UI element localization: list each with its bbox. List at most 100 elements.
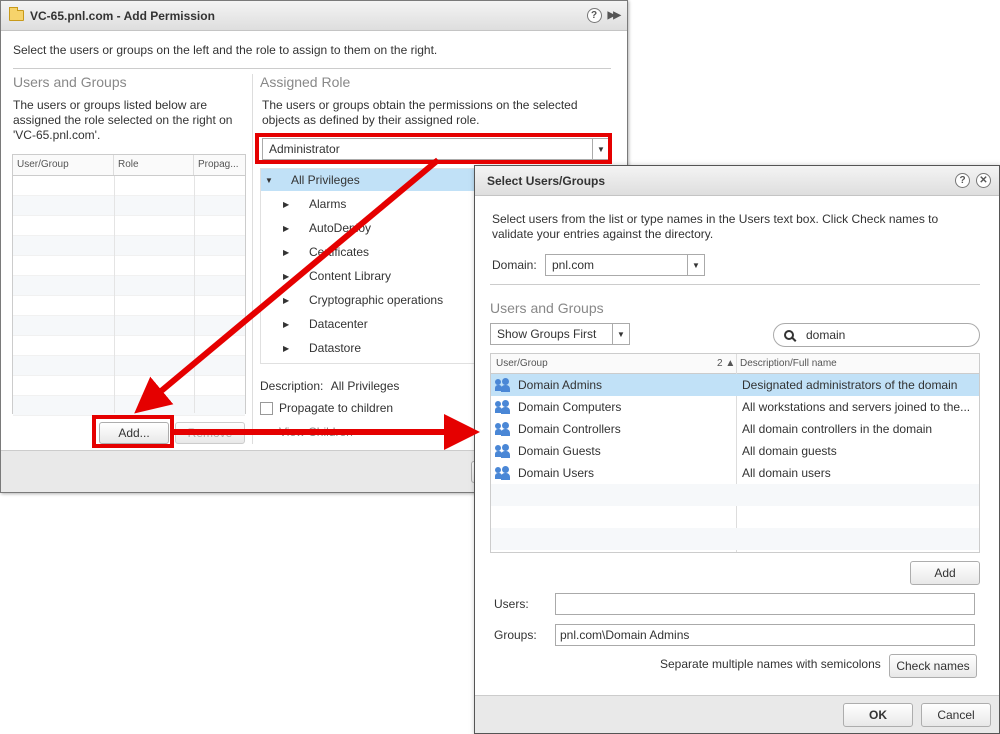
caret-right-icon[interactable]: ▶ [283, 200, 295, 209]
grid-header: User/Group 2 ▲ Description/Full name [491, 354, 979, 374]
caret-right-icon[interactable]: ▶ [283, 248, 295, 257]
users-groups-grid[interactable]: User/Group 2 ▲ Description/Full name Dom… [490, 353, 980, 553]
domain-select[interactable]: pnl.com ▼ [545, 254, 705, 276]
tree-label: Certificates [309, 245, 370, 259]
add-selected-button[interactable]: Add [910, 561, 980, 585]
group-description: All workstations and servers joined to t… [742, 400, 971, 414]
users-groups-title: Users and Groups [13, 74, 127, 90]
search-icon [784, 330, 794, 340]
group-name: Domain Admins [518, 378, 603, 392]
select-dialog-footer: OK Cancel [475, 695, 999, 733]
group-row[interactable]: Domain Computers All workstations and se… [491, 396, 979, 418]
help-icon[interactable]: ? [586, 8, 602, 23]
add-button-highlight [92, 415, 174, 448]
divider [490, 284, 980, 285]
tree-label: Datastore [309, 341, 362, 355]
help-icon[interactable]: ? [955, 173, 970, 188]
dialog-intro: Select the users or groups on the left a… [13, 43, 438, 57]
select-users-groups-dialog: Select Users/Groups ? ✕ Select users fro… [474, 165, 1000, 734]
sort-indicator[interactable]: 2 ▲ [717, 358, 735, 369]
propagate-option[interactable]: Propagate to children [260, 401, 393, 415]
caret-right-icon[interactable]: ▶ [283, 224, 295, 233]
chevron-down-icon[interactable]: ▼ [612, 324, 629, 344]
ok-button[interactable]: OK [843, 703, 913, 727]
propagate-label: Propagate to children [279, 401, 394, 415]
assigned-role-description: The users or groups obtain the permissio… [262, 98, 612, 128]
users-label: Users: [494, 597, 529, 611]
tree-item[interactable]: ▶ AutoDeploy [283, 217, 371, 239]
user-group-icon [495, 466, 513, 480]
user-group-icon [495, 378, 513, 392]
users-groups-description: The users or groups listed below are ass… [13, 98, 243, 143]
close-icon[interactable]: ✕ [976, 173, 991, 188]
folder-icon [9, 7, 24, 21]
chevron-down-icon[interactable]: ▼ [687, 255, 704, 275]
groups-input[interactable]: pnl.com\Domain Admins [555, 624, 975, 646]
dialog-title: VC-65.pnl.com - Add Permission [30, 8, 215, 23]
role-description: Description: All Privileges [260, 379, 399, 393]
select-dialog-titlebar[interactable]: Select Users/Groups ? ✕ [475, 166, 999, 196]
add-permission-titlebar[interactable]: VC-65.pnl.com - Add Permission ? ▶▶ [1, 1, 627, 31]
group-row[interactable]: Domain Guests All domain guests [491, 440, 979, 462]
tree-item[interactable]: ▶ Datacenter [283, 313, 368, 335]
group-row[interactable]: Domain Users All domain users [491, 462, 979, 484]
caret-right-icon[interactable]: ▶ [283, 296, 295, 305]
group-description: All domain controllers in the domain [742, 422, 933, 436]
view-children-link[interactable]: View Children [279, 425, 353, 436]
tree-label: Datacenter [309, 317, 368, 331]
column-propagate[interactable]: Propag... [194, 155, 245, 175]
filter-select[interactable]: Show Groups First ▼ [490, 323, 630, 345]
desc-line: objects as defined by their assigned rol… [262, 113, 480, 127]
tree-item-all-privileges[interactable]: ▼ All Privileges [261, 169, 484, 191]
domain-select-value: pnl.com [552, 258, 595, 272]
tree-label: Content Library [309, 269, 392, 283]
tree-item[interactable]: ▶ Datastore [283, 337, 361, 359]
search-input[interactable]: domain [806, 328, 845, 342]
tree-item[interactable]: ▶ Content Library [283, 265, 391, 287]
select-dialog-title: Select Users/Groups [487, 173, 606, 188]
caret-right-icon[interactable]: ▶ [283, 320, 295, 329]
group-name: Domain Controllers [518, 422, 621, 436]
desc-line: The users or groups obtain the permissio… [262, 98, 578, 112]
assigned-role-title: Assigned Role [260, 74, 351, 90]
column-description[interactable]: Description/Full name [740, 358, 837, 369]
tree-item[interactable]: ▶ Alarms [283, 193, 346, 215]
desc-line: 'VC-65.pnl.com'. [13, 128, 101, 142]
check-names-button[interactable]: Check names [889, 654, 977, 678]
select-dialog-intro: Select users from the list or type names… [492, 212, 982, 242]
group-description: All domain guests [742, 444, 837, 458]
divider [13, 68, 611, 69]
group-description: All domain users [742, 466, 831, 480]
tree-label: All Privileges [291, 173, 360, 187]
expand-icon[interactable]: ▶▶ [608, 10, 621, 21]
column-splitter [252, 74, 253, 444]
column-role[interactable]: Role [114, 155, 194, 175]
users-input[interactable] [555, 593, 975, 615]
search-box[interactable]: domain [773, 323, 980, 347]
privileges-tree[interactable]: ▼ All Privileges ▶ Alarms ▶ AutoDeploy ▶ Ce… [260, 168, 485, 364]
tree-label: AutoDeploy [309, 221, 372, 235]
cancel-button[interactable]: Cancel [921, 703, 991, 727]
group-name: Domain Guests [518, 444, 601, 458]
tree-label: Cryptographic operations [309, 293, 444, 307]
groups-label: Groups: [494, 628, 537, 642]
permissions-grid[interactable]: User/Group Role Propag... [12, 154, 246, 416]
group-name: Domain Users [518, 466, 595, 480]
user-group-icon [495, 422, 513, 436]
remove-button[interactable]: Remove [175, 422, 245, 444]
separate-hint: Separate multiple names with semicolons [660, 657, 881, 671]
user-group-icon [495, 444, 513, 458]
group-row[interactable]: Domain Admins Designated administrators … [491, 374, 979, 396]
propagate-checkbox[interactable] [260, 401, 273, 415]
column-user-group[interactable]: User/Group [496, 358, 548, 369]
role-select-highlight [255, 133, 612, 164]
caret-right-icon[interactable]: ▶ [283, 344, 295, 353]
caret-down-icon[interactable]: ▼ [265, 176, 277, 185]
caret-right-icon[interactable]: ▶ [283, 272, 295, 281]
select-users-groups-title: Users and Groups [490, 300, 604, 316]
group-row[interactable]: Domain Controllers All domain controller… [491, 418, 979, 440]
column-user-group[interactable]: User/Group [13, 155, 114, 175]
tree-item[interactable]: ▶ Cryptographic operations [283, 289, 443, 311]
tree-item[interactable]: ▶ Certificates [283, 241, 369, 263]
intro-line: Select users from the list or type names… [492, 212, 939, 226]
